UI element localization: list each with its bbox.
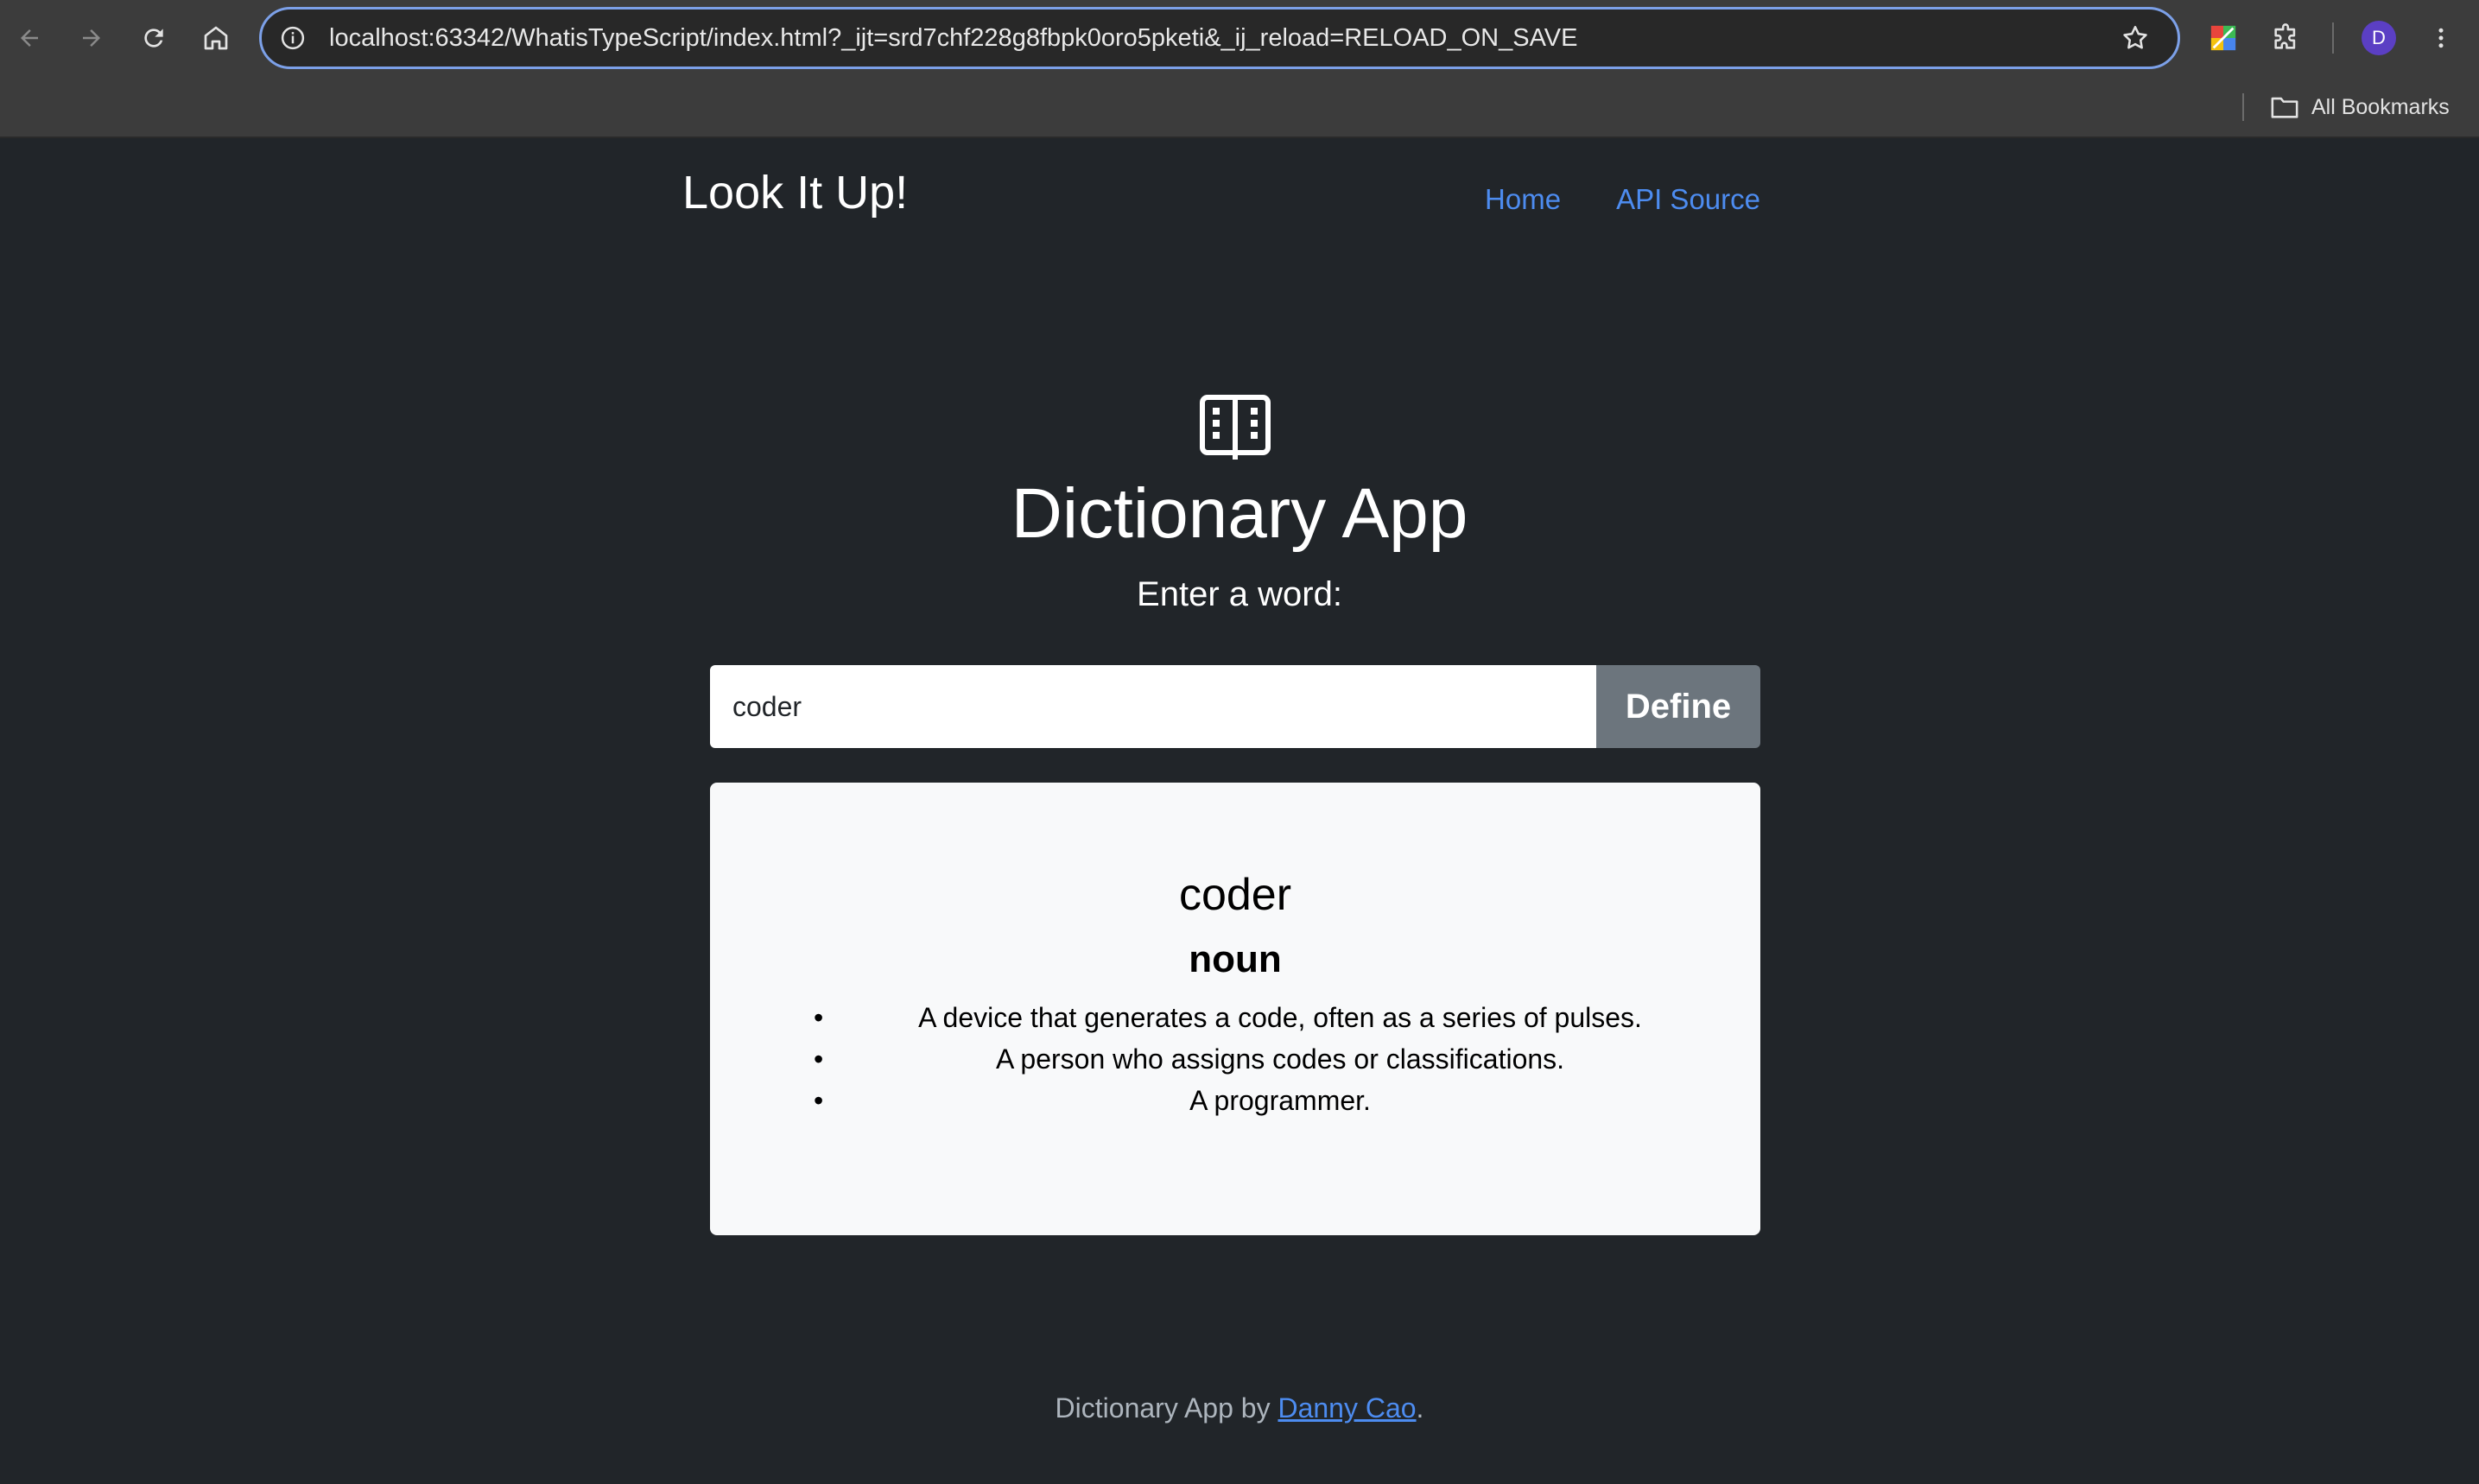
- browser-toolbar: localhost:63342/WhatisTypeScript/index.h…: [0, 0, 2479, 76]
- footer-prefix: Dictionary App by: [1055, 1392, 1278, 1424]
- avatar: D: [2362, 21, 2396, 55]
- definition-item: • A person who assigns codes or classifi…: [814, 1038, 1738, 1080]
- star-icon[interactable]: [2114, 16, 2157, 60]
- nav-link-home[interactable]: Home: [1485, 183, 1561, 216]
- bookmarks-bar: All Bookmarks: [0, 76, 2479, 138]
- all-bookmarks-button[interactable]: All Bookmarks: [2270, 88, 2450, 126]
- forward-button[interactable]: [66, 12, 117, 64]
- kebab-menu-icon[interactable]: [2415, 12, 2467, 64]
- part-of-speech: noun: [1189, 938, 1282, 980]
- footer: Dictionary App by Danny Cao.: [0, 1392, 2479, 1424]
- puzzle-icon[interactable]: [2260, 12, 2311, 64]
- search-group: Define: [710, 665, 1760, 748]
- define-button[interactable]: Define: [1596, 665, 1760, 748]
- definition-text: A person who assigns codes or classifica…: [995, 1043, 1565, 1075]
- definition-item: • A device that generates a code, often …: [814, 997, 1738, 1038]
- word-prompt-label: Enter a word:: [1137, 575, 1342, 613]
- profile-button[interactable]: D: [2353, 12, 2405, 64]
- bookmarks-separator: [2242, 93, 2244, 121]
- site-info-icon[interactable]: [277, 22, 308, 54]
- result-word: coder: [1178, 870, 1292, 920]
- all-bookmarks-label: All Bookmarks: [2311, 94, 2450, 119]
- author-link[interactable]: Danny Cao: [1278, 1392, 1416, 1424]
- url-text[interactable]: localhost:63342/WhatisTypeScript/index.h…: [329, 24, 2114, 53]
- bullet: •: [814, 1043, 824, 1075]
- navbar-brand[interactable]: Look It Up!: [682, 166, 908, 219]
- word-input[interactable]: [710, 665, 1596, 748]
- page-content: Look It Up! Home API Source Dictionary A…: [0, 138, 2479, 1484]
- back-button[interactable]: [3, 12, 55, 64]
- book-icon: [1200, 395, 1271, 460]
- reload-button[interactable]: [128, 12, 180, 64]
- result-card: coder noun • A device that generates a c…: [710, 783, 1760, 1235]
- home-icon: [204, 26, 228, 50]
- definition-text: A programmer.: [1189, 1085, 1371, 1116]
- footer-suffix: .: [1416, 1392, 1424, 1424]
- page-title: Dictionary App: [1011, 474, 1468, 553]
- back-icon: [21, 29, 38, 47]
- bullet: •: [814, 1002, 824, 1033]
- reload-icon: [144, 29, 163, 48]
- forward-icon: [83, 29, 100, 47]
- navbar-links: Home API Source: [1485, 183, 1760, 216]
- extension-colorful-icon[interactable]: [2197, 12, 2249, 64]
- nav-link-api-source[interactable]: API Source: [1616, 183, 1760, 216]
- definition-text: A device that generates a code, often as…: [918, 1002, 1642, 1033]
- toolbar-separator: [2332, 22, 2334, 54]
- definition-list: • A device that generates a code, often …: [814, 997, 1738, 1121]
- folder-icon: [2271, 97, 2298, 118]
- bullet: •: [814, 1085, 824, 1116]
- home-button[interactable]: [190, 12, 242, 64]
- address-bar[interactable]: localhost:63342/WhatisTypeScript/index.h…: [259, 7, 2180, 69]
- definition-item: • A programmer.: [814, 1080, 1738, 1121]
